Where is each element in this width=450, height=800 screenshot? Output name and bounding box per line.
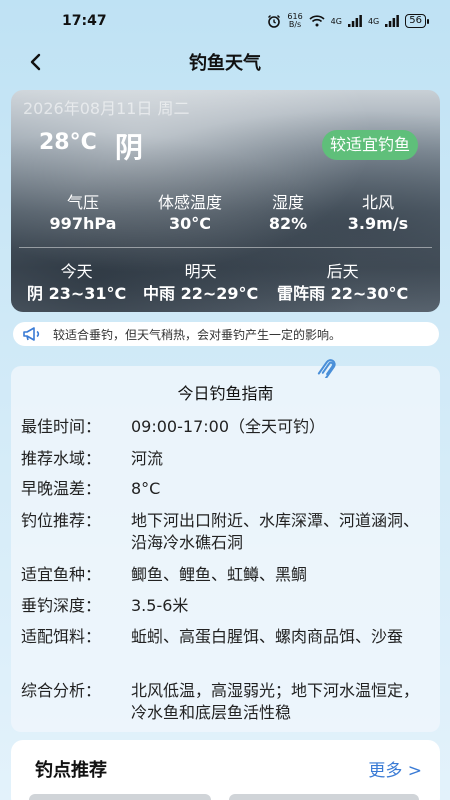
net-speed: 616 B/s bbox=[287, 13, 302, 29]
guide-value: 8°C bbox=[131, 479, 161, 498]
spots-title: 钓点推荐 bbox=[35, 760, 107, 781]
guide-label: 推荐水域： bbox=[21, 449, 102, 468]
forecast-today: 今天 阴 23~31°C bbox=[27, 262, 126, 306]
guide-label: 垂钓深度： bbox=[21, 596, 102, 615]
fishing-tip-bar: 较适合垂钓，但天气稍热，会对垂钓产生一定的影响。 bbox=[13, 322, 439, 346]
status-bar: 17:47 616 B/s 4G 4G 56 bbox=[0, 0, 450, 42]
back-button[interactable] bbox=[24, 50, 48, 74]
fishing-spots-card: 钓点推荐 更多 > bbox=[11, 740, 440, 800]
guide-row-bait: 适配饵料： 蚯蚓、高蛋白腥饵、螺肉商品饵、沙蚕 bbox=[21, 626, 431, 648]
alarm-icon bbox=[268, 15, 281, 28]
forecast-label: 今天 bbox=[60, 262, 93, 281]
metric-value: 997hPa bbox=[49, 214, 117, 233]
forecast-value: 阴 23~31°C bbox=[27, 284, 127, 303]
metric-feels-like: 体感温度 30°C bbox=[140, 193, 240, 235]
guide-title: 今日钓鱼指南 bbox=[177, 384, 274, 403]
metric-label: 湿度 bbox=[271, 193, 304, 212]
forecast-tomorrow: 明天 中雨 22~29°C bbox=[143, 262, 258, 306]
metric-value: 30°C bbox=[168, 214, 211, 233]
weather-condition: 阴 bbox=[115, 131, 144, 164]
guide-row-species: 适宜鱼种： 鲫鱼、鲤鱼、虹鳟、黑鲷 bbox=[21, 564, 431, 586]
fishing-guide-card: 今日钓鱼指南 最佳时间： 09:00-17:00（全天可钓） 推荐水域： 河流 … bbox=[11, 359, 440, 732]
metric-pressure: 气压 997hPa bbox=[33, 193, 133, 235]
metric-wind: 北风 3.9m/s bbox=[328, 193, 428, 235]
wifi-icon bbox=[309, 15, 325, 27]
signal-icon bbox=[347, 15, 362, 27]
signal-icon-2 bbox=[385, 15, 400, 27]
metric-label: 气压 bbox=[66, 193, 99, 212]
tip-text: 较适合垂钓，但天气稍热，会对垂钓产生一定的影响。 bbox=[53, 327, 342, 342]
guide-row-water: 推荐水域： 河流 bbox=[21, 448, 431, 470]
guide-value: 河流 bbox=[131, 449, 164, 468]
megaphone-icon bbox=[23, 327, 40, 341]
guide-value: 地下河出口附近、水库深潭、河道涵洞、沿海冷水礁石洞 bbox=[131, 511, 420, 552]
metric-value: 82% bbox=[268, 214, 308, 233]
spot-thumbnail[interactable] bbox=[229, 794, 419, 800]
guide-label: 最佳时间： bbox=[21, 417, 102, 436]
guide-row-best-time: 最佳时间： 09:00-17:00（全天可钓） bbox=[21, 416, 431, 438]
guide-value: 北风低温，高湿弱光；地下河水温恒定，冷水鱼和底层鱼活性稳 bbox=[131, 681, 420, 722]
forecast-day-after: 后天 雷阵雨 22~30°C bbox=[277, 262, 408, 306]
guide-label: 适宜鱼种： bbox=[21, 565, 102, 584]
paperclip-icon bbox=[317, 359, 336, 378]
metric-value: 3.9m/s bbox=[347, 214, 409, 233]
battery-icon: 56 bbox=[405, 14, 429, 28]
nav-bar: 钓鱼天气 bbox=[0, 42, 450, 82]
guide-value: 蚯蚓、高蛋白腥饵、螺肉商品饵、沙蚕 bbox=[131, 627, 404, 646]
guide-row-spot: 钓位推荐： 地下河出口附近、水库深潭、河道涵洞、沿海冷水礁石洞 bbox=[21, 510, 431, 554]
guide-label: 早晚温差： bbox=[21, 479, 102, 498]
fishing-suitability-badge: 较适宜钓鱼 bbox=[321, 130, 418, 160]
guide-value: 鲫鱼、鲤鱼、虹鳟、黑鲷 bbox=[131, 565, 308, 584]
guide-value: 09:00-17:00（全天可钓） bbox=[131, 417, 325, 436]
forecast-value: 雷阵雨 22~30°C bbox=[277, 284, 409, 303]
guide-label: 综合分析： bbox=[21, 681, 102, 700]
guide-row-analysis: 综合分析： 北风低温，高湿弱光；地下河水温恒定，冷水鱼和底层鱼活性稳 bbox=[21, 680, 431, 724]
spots-more-link[interactable]: 更多 > bbox=[368, 756, 422, 781]
forecast-label: 明天 bbox=[184, 262, 217, 281]
weather-card: 2026年08月11日 周二 28°C 阴 较适宜钓鱼 气压 997hPa 体感… bbox=[11, 90, 440, 312]
current-temperature: 28°C bbox=[39, 130, 97, 155]
status-icons: 616 B/s 4G 4G 56 bbox=[267, 13, 429, 29]
weather-divider bbox=[19, 247, 432, 248]
chevron-left-icon bbox=[30, 53, 41, 71]
metric-label: 体感温度 bbox=[157, 193, 222, 212]
weather-date: 2026年08月11日 周二 bbox=[23, 99, 190, 118]
spot-thumbnail[interactable] bbox=[29, 794, 211, 800]
signal-label-1: 4G bbox=[330, 16, 342, 26]
guide-label: 适配饵料： bbox=[21, 627, 102, 646]
guide-value: 3.5-6米 bbox=[131, 596, 189, 615]
guide-row-depth: 垂钓深度： 3.5-6米 bbox=[21, 595, 431, 617]
guide-row-temp-diff: 早晚温差： 8°C bbox=[21, 478, 431, 500]
forecast-value: 中雨 22~29°C bbox=[143, 284, 259, 303]
weather-metrics: 气压 997hPa 体感温度 30°C 湿度 82% 北风 3.9m/s bbox=[11, 193, 440, 237]
guide-label: 钓位推荐： bbox=[21, 511, 102, 530]
forecast-label: 后天 bbox=[326, 262, 359, 281]
metric-humidity: 湿度 82% bbox=[238, 193, 338, 235]
metric-label: 北风 bbox=[361, 193, 394, 212]
page-title: 钓鱼天气 bbox=[189, 53, 261, 74]
net-speed-unit: B/s bbox=[288, 20, 302, 29]
signal-label-2: 4G bbox=[367, 16, 380, 26]
status-time: 17:47 bbox=[62, 13, 107, 29]
